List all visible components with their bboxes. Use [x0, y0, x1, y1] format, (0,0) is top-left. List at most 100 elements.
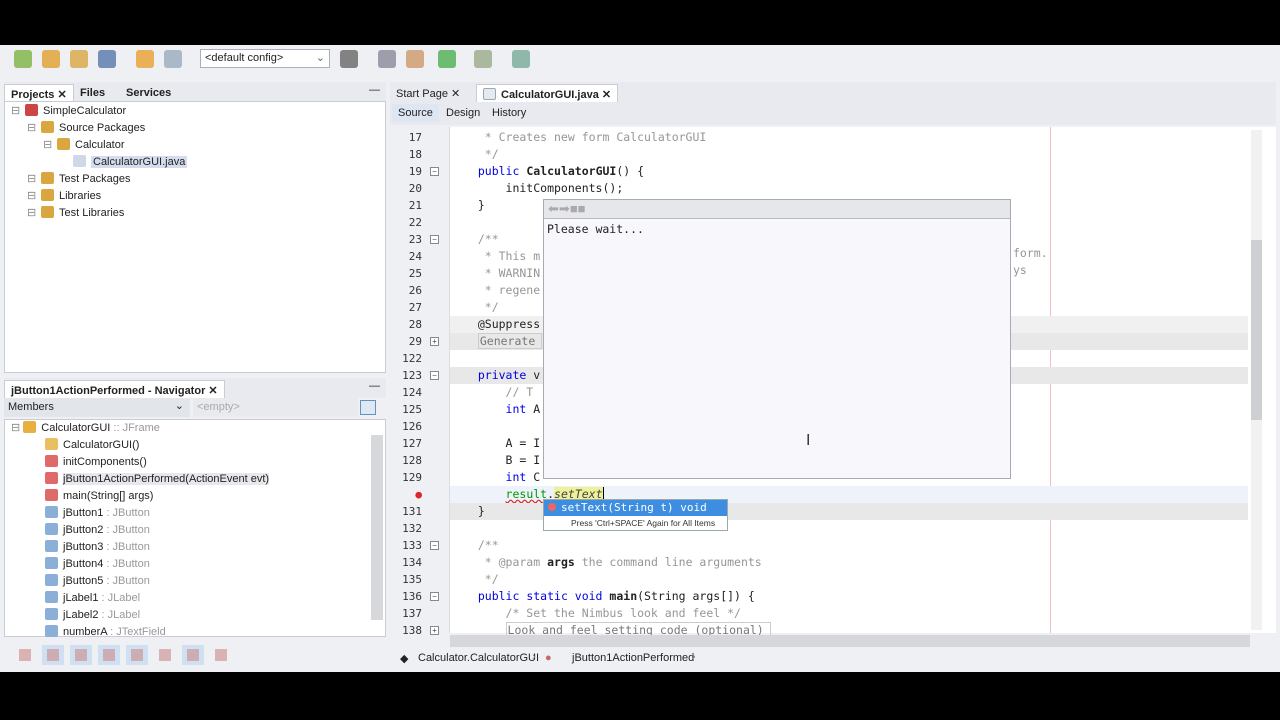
code-line: */: [464, 300, 499, 314]
expand-icon[interactable]: ⊟: [27, 188, 41, 205]
tab-design[interactable]: Design: [440, 104, 486, 122]
show-inherited-icon[interactable]: [14, 645, 36, 665]
close-icon[interactable]: ✕: [208, 385, 217, 397]
horizontal-scrollbar[interactable]: [450, 635, 1250, 647]
method-icon: [45, 438, 58, 450]
navigator-member[interactable]: jButton1 : JButton: [45, 505, 150, 522]
config-select[interactable]: <default config> ⌄: [200, 49, 330, 68]
tab-navigator[interactable]: jButton1ActionPerformed - Navigator ✕: [4, 380, 225, 398]
external-browser-icon[interactable]: ■: [578, 201, 586, 216]
line-number: 122: [402, 352, 422, 365]
redo-icon[interactable]: [164, 50, 182, 68]
sort-alpha-icon[interactable]: [182, 645, 204, 665]
show-fields-icon[interactable]: [42, 645, 64, 665]
collapse-fold-icon[interactable]: −: [430, 235, 439, 244]
line-number: 26: [408, 284, 422, 297]
collapse-fold-icon[interactable]: −: [430, 167, 439, 176]
tree-item[interactable]: ⊟ Libraries: [27, 188, 101, 205]
close-icon[interactable]: ✕: [57, 89, 66, 101]
open-project-icon[interactable]: [70, 50, 88, 68]
tab-calculatorgui-java[interactable]: CalculatorGUI.java ✕: [476, 84, 619, 102]
minimize-icon[interactable]: —: [369, 84, 380, 96]
expand-fold-icon[interactable]: +: [430, 626, 439, 635]
clean-build-icon[interactable]: [406, 50, 424, 68]
debug-icon[interactable]: [474, 50, 492, 68]
chevron-right-icon: ›: [692, 651, 696, 663]
browser-icon[interactable]: [340, 50, 358, 68]
navigator-member[interactable]: jLabel2 : JLabel: [45, 607, 140, 624]
expand-icon[interactable]: ⊟: [27, 171, 41, 188]
goto-source-icon[interactable]: ■: [570, 201, 578, 216]
run-icon[interactable]: [438, 50, 456, 68]
tab-projects[interactable]: Projects ✕: [4, 84, 74, 102]
navigator-member[interactable]: jButton1ActionPerformed(ActionEvent evt): [45, 471, 270, 488]
tree-item[interactable]: ⊟ Source Packages: [27, 120, 145, 137]
tree-item[interactable]: CalculatorGUI.java: [59, 154, 188, 171]
tree-item[interactable]: ⊟ Test Libraries: [27, 205, 124, 222]
breadcrumb-item[interactable]: jButton1ActionPerformed: [572, 652, 694, 664]
code-line: * regene: [464, 283, 541, 297]
tree-item[interactable]: ⊟ SimpleCalculator: [11, 103, 126, 120]
member-name: jButton4: [63, 558, 104, 570]
sort-icon[interactable]: [154, 645, 176, 665]
undo-icon[interactable]: [136, 50, 154, 68]
close-icon[interactable]: ✕: [602, 89, 611, 101]
panel-layout-icon[interactable]: [360, 400, 376, 415]
navigator-member[interactable]: jLabel1 : JLabel: [45, 590, 140, 607]
navigator-member[interactable]: initComponents(): [45, 454, 147, 471]
tab-start-page[interactable]: Start Page ✕: [390, 84, 466, 102]
expand-icon[interactable]: ⊟: [27, 205, 41, 222]
tree-item[interactable]: ⊟ Test Packages: [27, 171, 131, 188]
error-icon[interactable]: ●: [415, 488, 422, 501]
tab-services[interactable]: Services: [120, 84, 177, 102]
forward-icon[interactable]: ➡: [559, 201, 570, 216]
tree-item[interactable]: ⊟ Calculator: [43, 137, 125, 154]
tab-source[interactable]: Source: [392, 104, 439, 122]
profile-icon[interactable]: [512, 50, 530, 68]
save-all-icon[interactable]: [98, 50, 116, 68]
navigator-member[interactable]: jButton2 : JButton: [45, 522, 150, 539]
collapse-icon[interactable]: ⊟: [11, 422, 23, 434]
folder-icon: [41, 206, 54, 218]
member-name: jButton5: [63, 575, 104, 587]
sort-source-icon[interactable]: [210, 645, 232, 665]
collapse-fold-icon[interactable]: −: [430, 592, 439, 601]
back-icon[interactable]: ⬅: [548, 201, 559, 216]
members-filter-select[interactable]: Members ⌄: [4, 398, 190, 417]
build-icon[interactable]: [378, 50, 396, 68]
navigator-member[interactable]: main(String[] args): [45, 488, 153, 505]
navigator-scrollbar[interactable]: [371, 435, 383, 620]
vertical-scrollbar[interactable]: [1251, 130, 1262, 630]
navigator-member[interactable]: jButton4 : JButton: [45, 556, 150, 573]
line-number: 29: [408, 335, 422, 348]
expand-fold-icon[interactable]: +: [430, 337, 439, 346]
collapse-fold-icon[interactable]: −: [430, 541, 439, 550]
new-file-icon[interactable]: [14, 50, 32, 68]
tab-history[interactable]: History: [486, 104, 532, 122]
close-icon[interactable]: ✕: [451, 88, 460, 100]
completion-item[interactable]: setText(String t) void: [544, 500, 727, 516]
navigator-member[interactable]: CalculatorGUI(): [45, 437, 139, 454]
completion-hint: Press 'Ctrl+SPACE' Again for All Items: [571, 518, 716, 528]
show-non-public-icon[interactable]: [98, 645, 120, 665]
navigator-member[interactable]: jButton5 : JButton: [45, 573, 150, 590]
expand-icon[interactable]: ⊟: [11, 103, 25, 120]
show-inner-classes-icon[interactable]: [126, 645, 148, 665]
breadcrumb-item[interactable]: Calculator.CalculatorGUI: [418, 652, 539, 664]
tree-item[interactable]: ⊟ CalculatorGUI :: JFrame: [11, 420, 160, 437]
navigator-member[interactable]: numberA : JTextField: [45, 624, 166, 641]
javadoc-popup: ⬅➡■■ Please wait...: [543, 199, 1011, 479]
navigator-member[interactable]: jButton3 : JButton: [45, 539, 150, 556]
javadoc-text: Please wait...: [547, 222, 644, 236]
tab-files[interactable]: Files: [74, 84, 111, 102]
member-name: jButton1: [63, 507, 104, 519]
line-number: 128: [402, 454, 422, 467]
field-icon: [45, 523, 58, 535]
expand-icon[interactable]: ⊟: [27, 120, 41, 137]
minimize-icon[interactable]: —: [369, 380, 380, 392]
show-static-icon[interactable]: [70, 645, 92, 665]
collapse-fold-icon[interactable]: −: [430, 371, 439, 380]
empty-select[interactable]: <empty>: [193, 398, 358, 417]
new-project-icon[interactable]: [42, 50, 60, 68]
expand-icon[interactable]: ⊟: [43, 137, 57, 154]
